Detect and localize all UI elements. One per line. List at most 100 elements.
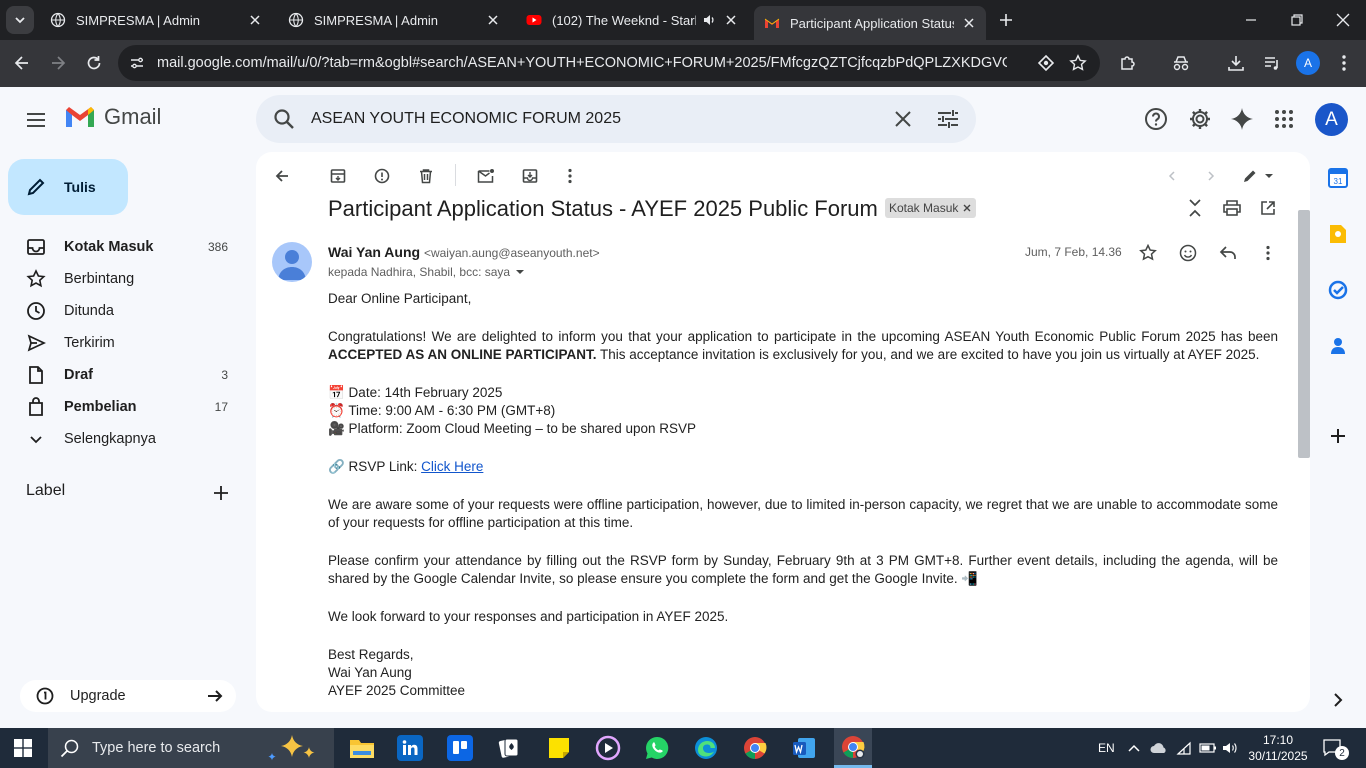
url-text[interactable]: mail.google.com/mail/u/0/?tab=rm&ogbl#se… <box>157 55 1007 71</box>
sidebar-item-snoozed[interactable]: Ditunda <box>0 295 240 327</box>
speaker-icon[interactable] <box>702 13 716 27</box>
sidebar-item-inbox[interactable]: Kotak Masuk 386 <box>0 231 240 263</box>
search-options-icon[interactable] <box>937 109 959 129</box>
sidebar-item-more[interactable]: Selengkapnya <box>0 423 240 455</box>
tab-search-button[interactable] <box>6 6 34 34</box>
show-hidden-icons-button[interactable] <box>1128 728 1140 768</box>
add-label-plus-icon[interactable] <box>212 484 230 502</box>
minimize-button[interactable] <box>1228 0 1274 40</box>
close-icon[interactable] <box>962 16 976 30</box>
onedrive-tray-button[interactable] <box>1150 728 1168 768</box>
gmail-logo[interactable]: Gmail <box>64 104 161 130</box>
notification-center-button[interactable]: 2 <box>1322 728 1349 768</box>
mail-search-bar[interactable]: ASEAN YOUTH ECONOMIC FORUM 2025 <box>256 95 976 143</box>
extensions-button[interactable] <box>1117 52 1139 74</box>
browser-tab-simpresma-1[interactable]: SIMPRESMA | Admin <box>40 0 272 40</box>
mark-unread-button[interactable] <box>476 166 496 186</box>
search-icon[interactable] <box>273 108 295 130</box>
get-addons-button[interactable] <box>1326 424 1350 448</box>
reply-button[interactable] <box>1218 243 1238 263</box>
sidebar-item-starred[interactable]: Berbintang <box>0 263 240 295</box>
restore-button[interactable] <box>1274 0 1320 40</box>
chrome-taskbar-button[interactable] <box>741 734 769 762</box>
account-avatar[interactable]: A <box>1315 103 1348 136</box>
whatsapp-taskbar-button[interactable] <box>643 734 671 762</box>
close-icon[interactable] <box>724 13 738 27</box>
collapse-all-button[interactable] <box>1185 198 1205 218</box>
browser-tab-youtube[interactable]: (102) The Weeknd - Starboy <box>516 0 748 40</box>
address-bar[interactable]: mail.google.com/mail/u/0/?tab=rm&ogbl#se… <box>118 45 1100 81</box>
bookmark-star-icon[interactable] <box>1069 54 1087 72</box>
network-tray-button[interactable] <box>1176 728 1192 768</box>
remove-label-x-icon[interactable] <box>962 203 972 213</box>
calendar-app-button[interactable]: 31 <box>1326 166 1350 190</box>
clear-search-icon[interactable] <box>894 110 912 128</box>
battery-tray-button[interactable] <box>1199 728 1217 768</box>
input-language-indicator[interactable]: EN <box>1098 728 1115 768</box>
gemini-button[interactable] <box>1230 107 1254 131</box>
browser-tab-gmail-active[interactable]: Participant Application Status - <box>754 6 986 40</box>
older-email-button[interactable] <box>1201 166 1221 186</box>
email-scrollbar-thumb[interactable] <box>1298 210 1310 458</box>
taskbar-search-box[interactable]: Type here to search <box>48 728 334 768</box>
new-tab-plus-icon[interactable] <box>996 10 1016 30</box>
file-explorer-taskbar-button[interactable] <box>348 734 376 762</box>
print-button[interactable] <box>1222 198 1242 218</box>
sender-avatar[interactable] <box>272 242 312 282</box>
taskbar-clock[interactable]: 17:10 30/11/2025 <box>1248 732 1308 764</box>
snooze-move-button[interactable] <box>520 166 540 186</box>
close-window-button[interactable] <box>1320 0 1366 40</box>
sidebar-item-purchases[interactable]: Pembelian 17 <box>0 391 240 423</box>
back-to-list-button[interactable] <box>272 166 292 186</box>
sticky-notes-taskbar-button[interactable] <box>545 734 573 762</box>
solitaire-taskbar-button[interactable] <box>495 734 523 762</box>
archive-button[interactable] <box>328 166 348 186</box>
chrome-active-taskbar-button[interactable] <box>834 728 872 768</box>
add-reaction-button[interactable] <box>1178 243 1198 263</box>
trello-taskbar-button[interactable] <box>447 735 473 761</box>
message-more-button[interactable] <box>1258 243 1278 263</box>
lens-icon[interactable] <box>1037 54 1055 72</box>
incognito-button[interactable] <box>1170 52 1192 74</box>
sidebar-item-sent[interactable]: Terkirim <box>0 327 240 359</box>
rsvp-link[interactable]: Click Here <box>421 459 483 474</box>
windows-start-icon[interactable] <box>14 739 32 757</box>
more-actions-button[interactable] <box>560 166 580 186</box>
keep-app-button[interactable] <box>1326 222 1350 246</box>
close-icon[interactable] <box>486 13 500 27</box>
site-settings-icon[interactable] <box>129 55 145 71</box>
settings-button[interactable] <box>1188 107 1212 131</box>
linkedin-taskbar-button[interactable] <box>397 735 423 761</box>
browser-tab-simpresma-2[interactable]: SIMPRESMA | Admin <box>278 0 510 40</box>
search-query-text[interactable]: ASEAN YOUTH ECONOMIC FORUM 2025 <box>311 110 976 128</box>
open-new-window-button[interactable] <box>1258 198 1278 218</box>
caret-down-icon[interactable] <box>515 267 525 277</box>
word-taskbar-button[interactable] <box>790 734 818 762</box>
reload-button[interactable] <box>83 52 105 74</box>
expand-side-panel-button[interactable] <box>1326 688 1350 712</box>
upgrade-button[interactable]: Upgrade <box>20 680 236 712</box>
google-apps-button[interactable] <box>1272 107 1296 131</box>
tasks-app-button[interactable] <box>1326 278 1350 302</box>
recipients-line[interactable]: kepada Nadhira, Shabil, bcc: saya <box>328 265 525 279</box>
main-menu-icon[interactable] <box>24 108 48 132</box>
sender-name[interactable]: Wai Yan Aung <box>328 244 420 260</box>
back-button[interactable] <box>11 52 33 74</box>
sidebar-item-drafts[interactable]: Draf 3 <box>0 359 240 391</box>
contacts-app-button[interactable] <box>1326 334 1350 358</box>
input-tools-button[interactable] <box>1240 166 1276 186</box>
media-controls-button[interactable] <box>1261 52 1283 74</box>
help-button[interactable] <box>1144 107 1168 131</box>
forward-button[interactable] <box>47 52 69 74</box>
volume-tray-button[interactable] <box>1222 728 1238 768</box>
chrome-profile-avatar[interactable]: A <box>1296 51 1320 75</box>
edge-taskbar-button[interactable] <box>692 734 720 762</box>
chrome-menu-button[interactable] <box>1333 52 1355 74</box>
star-email-button[interactable] <box>1138 243 1158 263</box>
compose-button[interactable]: Tulis <box>8 159 128 215</box>
media-player-taskbar-button[interactable] <box>594 734 622 762</box>
close-icon[interactable] <box>248 13 262 27</box>
report-spam-button[interactable] <box>372 166 392 186</box>
downloads-button[interactable] <box>1225 52 1247 74</box>
delete-button[interactable] <box>416 166 436 186</box>
